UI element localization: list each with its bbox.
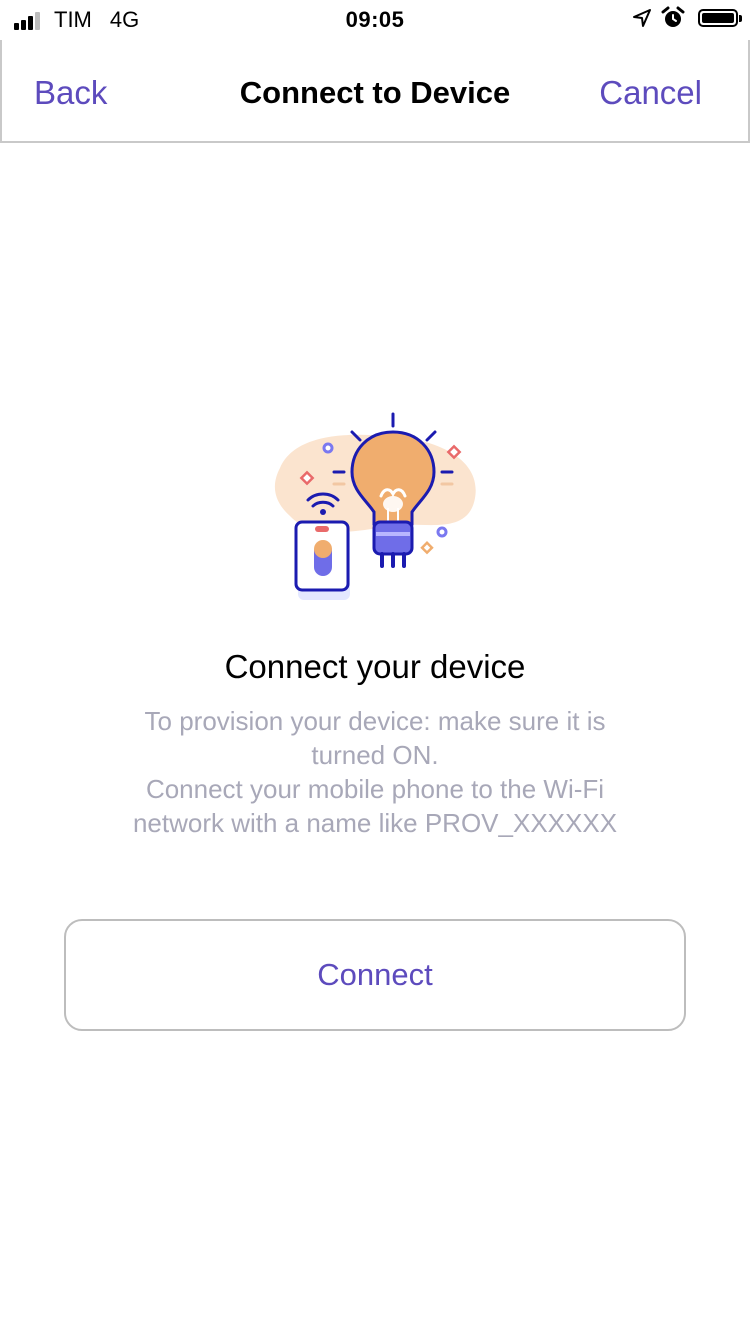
location-arrow-icon	[633, 9, 651, 27]
lightbulb-phone-illustration	[274, 412, 476, 600]
instructions-line: turned ON.	[311, 740, 439, 770]
instructions-line: Connect your mobile phone to the Wi-Fi	[145, 774, 605, 804]
battery-icon	[698, 9, 742, 27]
cancel-button[interactable]: Cancel	[599, 74, 702, 112]
connect-button[interactable]: Connect	[64, 919, 686, 1031]
status-bar: TIM 4G 09:05	[0, 0, 750, 40]
instructions-line: network with a name like PROV_XXXXXX	[132, 808, 618, 838]
instructions-text: To provision your device: make sure it i…	[90, 704, 660, 840]
navigation-bar: Back Connect to Device Cancel	[0, 40, 750, 143]
instructions-line: To provision your device: make sure it i…	[144, 706, 606, 736]
alarm-clock-icon	[661, 6, 685, 27]
section-heading: Connect your device	[224, 648, 526, 685]
status-right	[632, 6, 742, 30]
connect-button-label: Connect	[317, 957, 433, 992]
